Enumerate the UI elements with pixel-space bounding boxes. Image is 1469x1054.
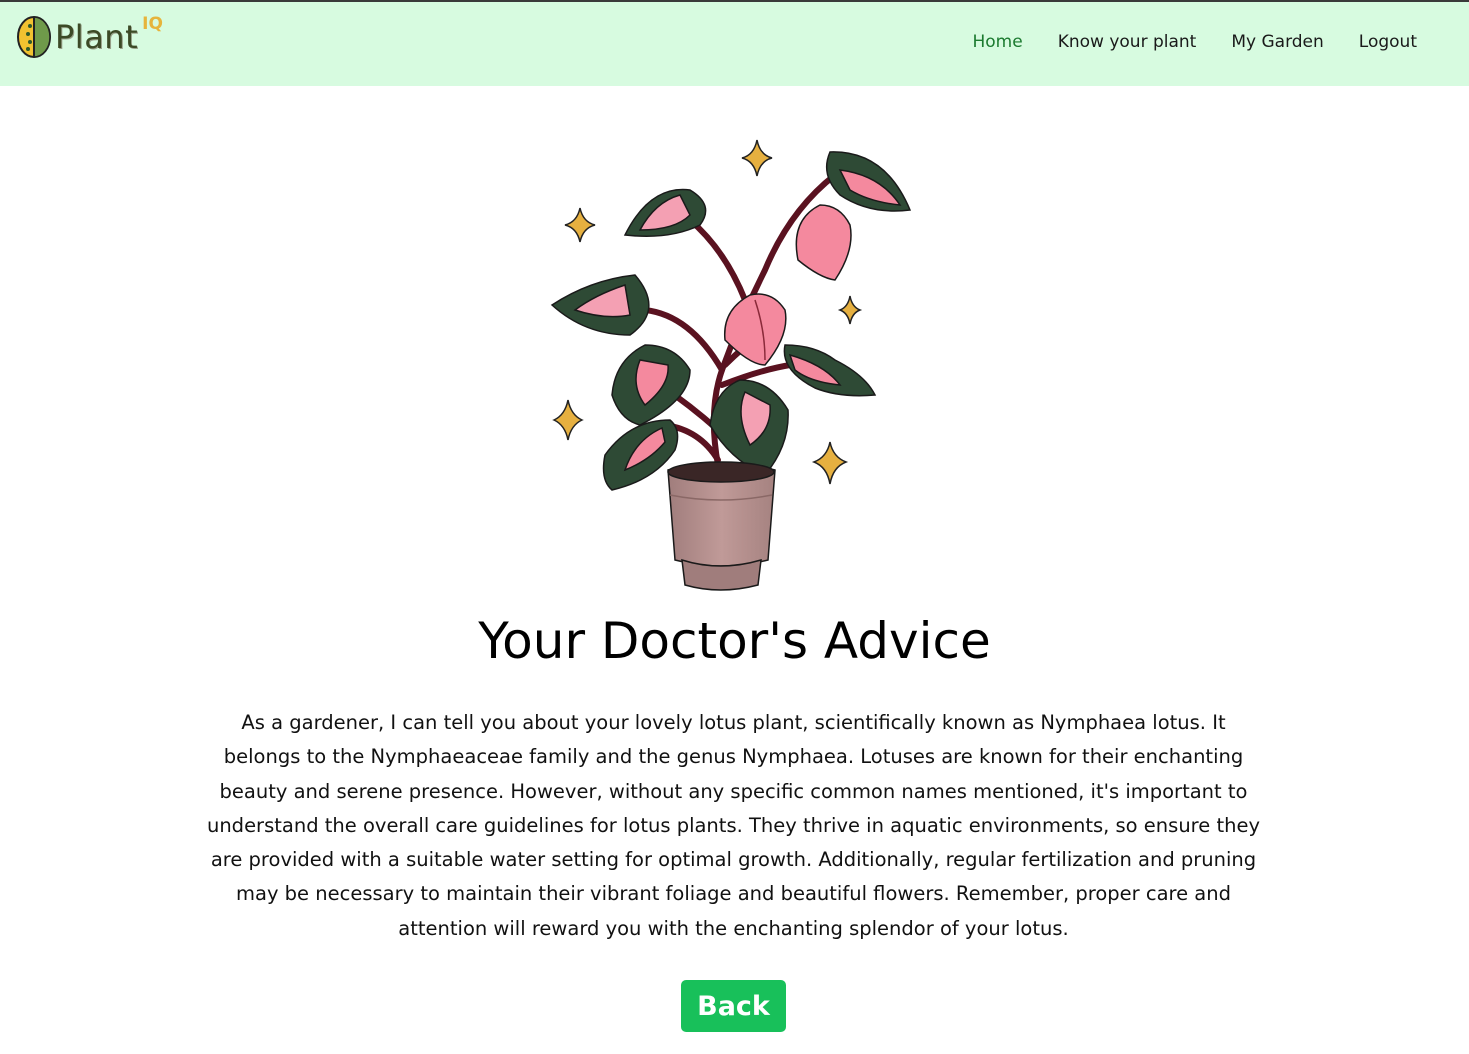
brand-suffix: IQ (142, 14, 163, 34)
nav-links: Home Know your plant My Garden Logout (973, 32, 1418, 52)
navbar: Plant IQ Home Know your plant My Garden … (0, 2, 1469, 86)
plant-leaves (550, 151, 912, 491)
advice-text: As a gardener, I can tell you about your… (206, 711, 1261, 940)
nav-know-your-plant-link[interactable]: Know your plant (1058, 32, 1197, 52)
nav-logout-link[interactable]: Logout (1359, 32, 1417, 52)
page-title: Your Doctor's Advice (478, 612, 991, 670)
brand-name: Plant (55, 18, 139, 56)
nav-my-garden-link[interactable]: My Garden (1231, 32, 1323, 52)
leaf-logo-icon (17, 16, 51, 58)
brand[interactable]: Plant IQ (15, 12, 163, 62)
nav-home-link[interactable]: Home (973, 32, 1023, 52)
flower-pot (667, 461, 776, 591)
plant-illustration (550, 139, 912, 591)
back-button[interactable]: Back (681, 980, 786, 1032)
